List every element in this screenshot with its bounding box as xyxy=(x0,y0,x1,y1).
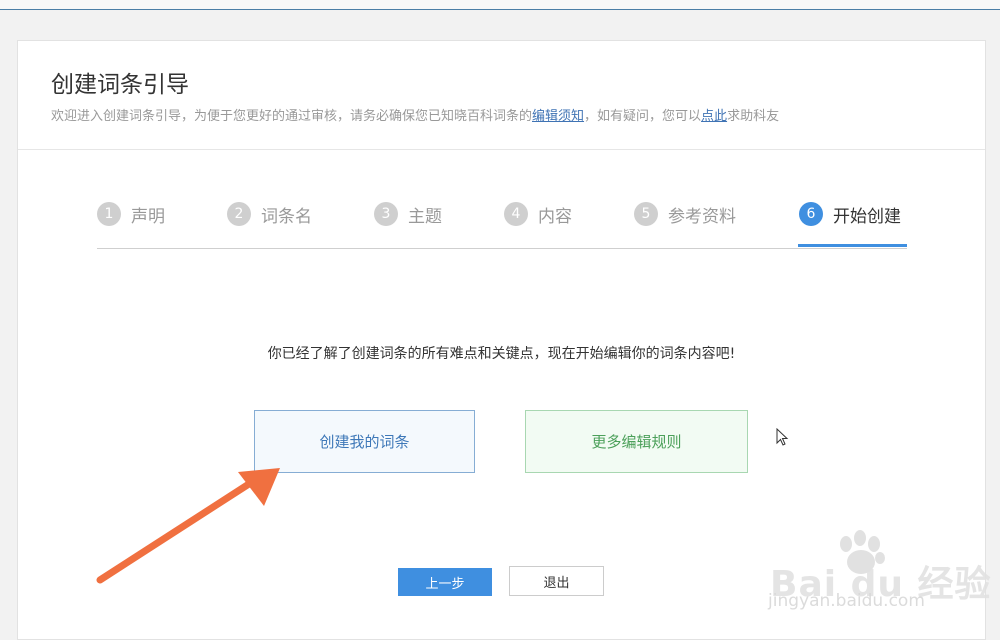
mouse-cursor-icon xyxy=(776,428,789,446)
watermark-url: jingyan.baidu.com xyxy=(768,591,925,611)
